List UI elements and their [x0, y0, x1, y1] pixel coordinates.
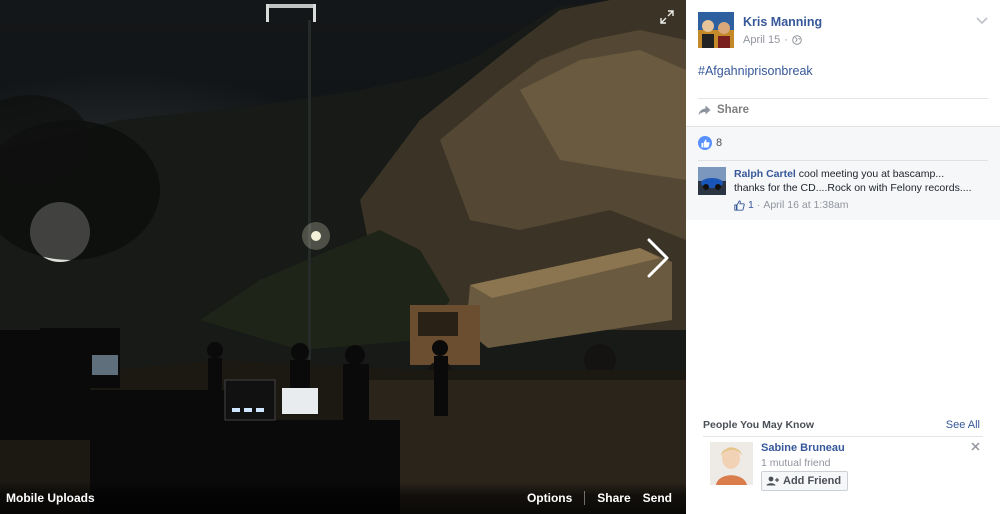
- add-friend-button[interactable]: Add Friend: [761, 471, 849, 491]
- close-icon[interactable]: [971, 442, 980, 451]
- post-header: Kris Manning April 15 ·: [698, 12, 988, 52]
- divider: [698, 98, 988, 99]
- photo-viewer[interactable]: Mobile Uploads Options Share Send: [0, 0, 686, 514]
- like-count: 8: [716, 137, 723, 149]
- comment-like-count[interactable]: 1: [748, 199, 754, 211]
- share-photo-button[interactable]: Share: [597, 491, 630, 505]
- album-link[interactable]: Mobile Uploads: [6, 491, 95, 505]
- expand-icon[interactable]: [660, 10, 674, 24]
- add-friend-label: Add Friend: [783, 475, 842, 487]
- share-button[interactable]: Share: [698, 104, 749, 116]
- commenter-name[interactable]: Ralph Cartel: [734, 168, 796, 180]
- post-caption-hashtag[interactable]: #Afgahniprisonbreak: [698, 64, 813, 78]
- photo-image: [0, 0, 686, 514]
- next-arrow-icon[interactable]: [640, 236, 674, 280]
- pymk-title: People You May Know: [703, 419, 815, 431]
- divider: [703, 436, 983, 437]
- divider: [584, 491, 586, 505]
- like-icon: [698, 136, 712, 150]
- friend-suggestion: Sabine Bruneau 1 mutual friend Add Frien…: [710, 442, 980, 492]
- post-date[interactable]: April 15: [743, 34, 780, 46]
- comment-timestamp[interactable]: April 16 at 1:38am: [763, 199, 848, 211]
- thumbs-up-icon[interactable]: [734, 200, 745, 211]
- comments-section: 8 Ralph Cartel cool meeting you at basca…: [686, 126, 1000, 220]
- add-friend-icon: [766, 476, 779, 486]
- avatar[interactable]: [698, 12, 734, 48]
- suggestion-name[interactable]: Sabine Bruneau: [761, 442, 845, 454]
- divider: [698, 160, 988, 161]
- like-summary[interactable]: 8: [698, 136, 722, 150]
- comment-text: Ralph Cartel cool meeting you at bascamp…: [734, 167, 984, 195]
- share-label: Share: [717, 104, 749, 116]
- commenter-avatar[interactable]: [698, 167, 726, 195]
- send-button[interactable]: Send: [643, 491, 672, 505]
- post-author[interactable]: Kris Manning: [743, 15, 822, 29]
- see-all-link[interactable]: See All: [946, 419, 980, 431]
- share-icon: [698, 105, 711, 115]
- comment-footer: 1 · April 16 at 1:38am: [734, 199, 849, 211]
- globe-icon: [792, 35, 802, 45]
- separator-dot: ·: [756, 199, 761, 211]
- photo-actions: Options Share Send: [527, 491, 672, 505]
- chevron-down-icon[interactable]: [976, 16, 988, 26]
- options-button[interactable]: Options: [527, 491, 572, 505]
- mutual-friends-count[interactable]: 1 mutual friend: [761, 457, 830, 469]
- comment-line-1: cool meeting you at bascamp...: [798, 168, 945, 180]
- comment-line-2: thanks for the CD....Rock on with Felony…: [734, 182, 972, 194]
- photo-action-bar: Mobile Uploads Options Share Send: [0, 482, 686, 514]
- post-meta: April 15 ·: [743, 34, 802, 46]
- separator-dot: ·: [784, 34, 788, 46]
- post-panel: Kris Manning April 15 · #Afgahniprisonbr…: [686, 0, 1000, 514]
- suggestion-avatar[interactable]: [710, 442, 753, 485]
